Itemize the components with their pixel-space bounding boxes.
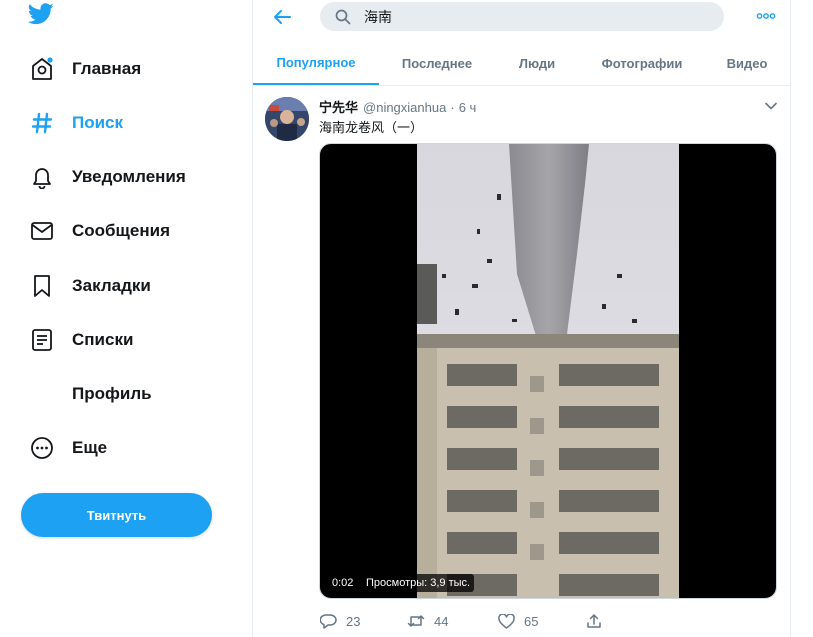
tweet[interactable]: 宁先华 @ningxianhua · 6 ч 海南龙卷风（一） 0:02 Про… bbox=[253, 87, 791, 637]
search-tabs: Популярное Последнее Люди Фотографии Вид… bbox=[253, 42, 791, 86]
sidebar-item-lists[interactable]: Списки bbox=[28, 320, 133, 360]
video-duration: 0:02 bbox=[328, 574, 358, 592]
share-button[interactable] bbox=[585, 612, 603, 630]
like-count: 65 bbox=[524, 613, 539, 629]
sidebar-item-explore[interactable]: Поиск bbox=[28, 103, 123, 143]
video-frame bbox=[417, 144, 679, 598]
tab-people[interactable]: Люди bbox=[505, 42, 569, 85]
avatar[interactable] bbox=[265, 97, 309, 141]
tweet-text: 海南龙卷风（一） bbox=[319, 121, 424, 136]
retweet-button[interactable]: 44 bbox=[407, 612, 448, 630]
retweet-count: 44 bbox=[434, 613, 449, 629]
sidebar-item-notifications[interactable]: Уведомления bbox=[28, 157, 186, 197]
like-button[interactable]: 65 bbox=[497, 612, 538, 630]
tab-top[interactable]: Популярное bbox=[253, 42, 379, 85]
sidebar-item-label: Списки bbox=[72, 330, 134, 349]
reply-icon bbox=[319, 612, 337, 630]
video-player[interactable]: 0:02 Просмотры: 3,9 тыс. bbox=[319, 143, 777, 599]
tweet-header: 宁先华 @ningxianhua · 6 ч bbox=[319, 97, 476, 116]
reply-count: 23 bbox=[346, 613, 361, 629]
more-circle-icon bbox=[28, 434, 56, 462]
sidebar-item-label: Главная bbox=[72, 59, 142, 78]
sidebar-item-label: Закладки bbox=[72, 276, 151, 295]
back-arrow-icon[interactable] bbox=[269, 4, 295, 30]
twitter-bird-icon[interactable] bbox=[27, 3, 58, 29]
separator-dot: · bbox=[450, 100, 455, 115]
tab-photos[interactable]: Фотографии bbox=[587, 42, 697, 85]
list-icon bbox=[28, 326, 56, 354]
search-icon bbox=[335, 8, 353, 26]
sidebar-item-messages[interactable]: Сообщения bbox=[28, 211, 170, 251]
search-header bbox=[253, 0, 791, 36]
main-column: Популярное Последнее Люди Фотографии Вид… bbox=[252, 0, 791, 637]
sidebar-item-label: Уведомления bbox=[72, 167, 186, 186]
chevron-down-icon[interactable] bbox=[763, 99, 779, 113]
sidebar-item-label: Сообщения bbox=[72, 221, 170, 240]
sidebar-item-label: Еще bbox=[72, 438, 108, 457]
tweet-button[interactable]: Твитнуть bbox=[21, 493, 212, 537]
tweet-time[interactable]: 6 ч bbox=[459, 100, 477, 115]
sidebar-item-profile[interactable]: Профиль bbox=[28, 374, 152, 414]
author-handle[interactable]: @ningxianhua bbox=[363, 100, 446, 115]
tab-latest[interactable]: Последнее bbox=[389, 42, 485, 85]
bookmark-icon bbox=[28, 272, 56, 300]
sidebar-item-more[interactable]: Еще bbox=[28, 428, 107, 468]
author-name[interactable]: 宁先华 bbox=[319, 97, 358, 116]
hashtag-icon bbox=[28, 109, 56, 137]
search-box bbox=[320, 2, 724, 31]
tweet-actions: 23 44 65 bbox=[319, 612, 779, 634]
sidebar-item-bookmarks[interactable]: Закладки bbox=[28, 266, 151, 306]
search-input[interactable] bbox=[364, 8, 704, 25]
retweet-icon bbox=[407, 612, 425, 630]
video-views: Просмотры: 3,9 тыс. bbox=[362, 574, 475, 592]
tab-videos[interactable]: Видео bbox=[715, 42, 779, 85]
bell-icon bbox=[28, 163, 56, 191]
sidebar-item-home[interactable]: Главная bbox=[28, 49, 141, 89]
profile-icon bbox=[28, 380, 56, 408]
envelope-icon bbox=[28, 217, 56, 245]
more-options-icon[interactable] bbox=[753, 5, 779, 27]
home-icon bbox=[28, 55, 56, 83]
sidebar-item-label: Поиск bbox=[72, 113, 124, 132]
heart-icon bbox=[497, 612, 515, 630]
share-icon bbox=[585, 612, 603, 630]
sidebar: Главная Поиск Уведомления Сообщения Закл… bbox=[0, 0, 252, 637]
sidebar-item-label: Профиль bbox=[72, 384, 152, 403]
reply-button[interactable]: 23 bbox=[319, 612, 360, 630]
